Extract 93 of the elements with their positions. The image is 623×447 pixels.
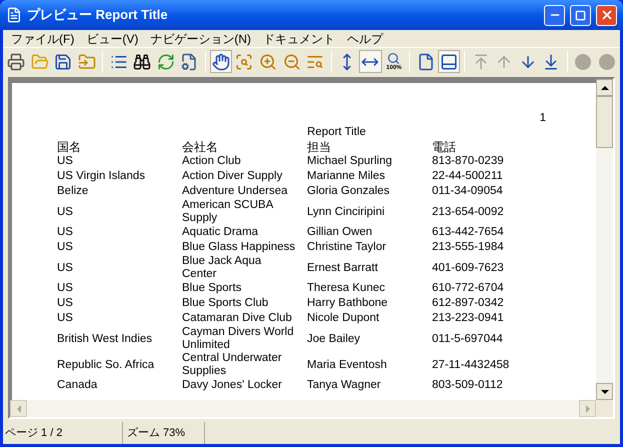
page-number: 1 xyxy=(540,111,546,125)
toolbar-button[interactable] xyxy=(438,50,460,73)
table-cell: 613-442-7654 xyxy=(432,226,504,239)
report-title: Report Title xyxy=(307,125,366,139)
zoom-in-icon xyxy=(259,52,278,70)
table-cell: 213-555-1984 xyxy=(432,241,504,254)
table-cell: Lynn Cinciripini xyxy=(307,206,385,218)
table-cell: US xyxy=(57,282,73,295)
table-cell: Marianne Miles xyxy=(307,170,385,183)
table-cell: US xyxy=(57,241,73,254)
status-panel: ズーム 73% xyxy=(123,422,205,444)
table-cell: 27-11-4432458 xyxy=(432,358,510,372)
window-title: プレビュー Report Title xyxy=(27,6,169,24)
table-cell: Christine Taylor xyxy=(307,241,386,254)
close-icon xyxy=(600,8,614,22)
toolbar-button[interactable] xyxy=(359,50,382,73)
table-cell: US xyxy=(57,206,73,218)
toolbar-button[interactable] xyxy=(210,50,232,73)
menu-item[interactable]: ビュー(V) xyxy=(80,30,144,48)
binoculars-icon xyxy=(133,52,152,70)
menu-item[interactable]: ナビゲーション(N) xyxy=(144,30,257,48)
table-cell: Gloria Gonzales xyxy=(307,185,390,198)
table-cell: 22-44-500211 xyxy=(432,170,503,183)
table-cell: Blue Sports xyxy=(182,282,242,295)
vertical-scrollbar[interactable] xyxy=(596,79,613,400)
table-cell: 011-34-09054 xyxy=(432,185,503,198)
table-cell: Blue Jack Aqua Center xyxy=(182,255,262,281)
status-panel: ページ 1 / 2 xyxy=(3,422,123,444)
column-header: 会社名 xyxy=(182,140,218,154)
table-cell: Maria Eventosh xyxy=(307,358,387,372)
table-cell: 803-509-0112 xyxy=(432,379,503,392)
table-cell: Action Club xyxy=(182,155,241,168)
table-cell: Theresa Kunec xyxy=(307,282,385,295)
page-gear-icon xyxy=(180,52,198,70)
table-cell: Catamaran Dive Club xyxy=(182,312,292,325)
table-cell: 612-897-0342 xyxy=(432,297,504,310)
table-cell: Harry Bathbone xyxy=(307,297,388,310)
table-cell: US xyxy=(57,262,73,274)
magnifier-icon xyxy=(235,52,254,70)
scroll-thumb[interactable] xyxy=(596,96,613,148)
folder-arrow-icon xyxy=(78,52,96,70)
maximize-button[interactable] xyxy=(570,4,591,26)
table-cell: Tanya Wagner xyxy=(307,379,381,392)
table-cell: US Virgin Islands xyxy=(57,170,145,183)
table-cell: Michael Spurling xyxy=(307,155,392,168)
table-cell: US xyxy=(57,297,73,310)
menu-item[interactable]: ドキュメント xyxy=(257,30,341,48)
table-cell: Joe Bailey xyxy=(307,332,360,346)
column-header: 担当 xyxy=(307,140,331,154)
two-page-icon xyxy=(440,52,458,70)
table-cell: Republic So. Africa xyxy=(57,358,154,372)
table-cell: Gillian Owen xyxy=(307,226,372,239)
minimize-button[interactable] xyxy=(544,4,565,26)
table-cell: American SCUBA Supply xyxy=(182,199,274,225)
column-header: 国名 xyxy=(57,140,81,154)
table-cell: US xyxy=(57,312,73,325)
hand-icon xyxy=(212,52,230,70)
table-cell: 213-223-0941 xyxy=(432,312,504,325)
table-cell: 213-654-0092 xyxy=(432,206,504,218)
menu-item[interactable]: ファイル(F) xyxy=(5,30,80,48)
table-cell: Central Underwater Supplies xyxy=(182,352,282,378)
table-cell: Cayman Divers World Unlimited xyxy=(182,326,294,352)
table-cell: Aquatic Drama xyxy=(182,226,258,239)
column-header: 電話 xyxy=(432,140,456,154)
table-cell: 011-5-697044 xyxy=(432,332,503,346)
scrollbar-corner xyxy=(596,400,613,417)
scroll-down-button[interactable] xyxy=(596,383,613,400)
table-cell: 401-609-7623 xyxy=(432,262,504,274)
table-cell: Nicole Dupont xyxy=(307,312,380,325)
refresh-icon xyxy=(156,52,175,70)
table-cell: 610-772-6704 xyxy=(432,282,504,295)
table-cell: Blue Sports Club xyxy=(182,297,268,310)
menu-item[interactable]: ヘルプ xyxy=(341,30,389,48)
close-button[interactable] xyxy=(596,4,617,26)
table-cell: Davy Jones' Locker xyxy=(182,379,282,392)
table-cell: 813-870-0239 xyxy=(432,155,504,168)
table-cell: US xyxy=(57,226,73,239)
scroll-up-button[interactable] xyxy=(596,79,613,96)
table-cell: British West Indies xyxy=(57,332,152,346)
maximize-icon xyxy=(575,10,586,20)
magnifier-icon xyxy=(387,52,400,64)
table-cell: Canada xyxy=(57,379,98,392)
page-icon xyxy=(416,52,435,70)
table-cell: Ernest Barratt xyxy=(307,262,378,274)
table-cell: US xyxy=(57,155,73,168)
table-cell: Blue Glass Happiness xyxy=(182,241,296,254)
printer-icon xyxy=(7,52,26,70)
folder-icon xyxy=(30,52,49,70)
table-cell: Adventure Undersea xyxy=(182,185,288,198)
document-icon xyxy=(6,7,22,23)
zoom-out-icon xyxy=(282,52,301,70)
table-cell: Belize xyxy=(57,185,88,198)
table-cell: Action Diver Supply xyxy=(182,170,282,183)
